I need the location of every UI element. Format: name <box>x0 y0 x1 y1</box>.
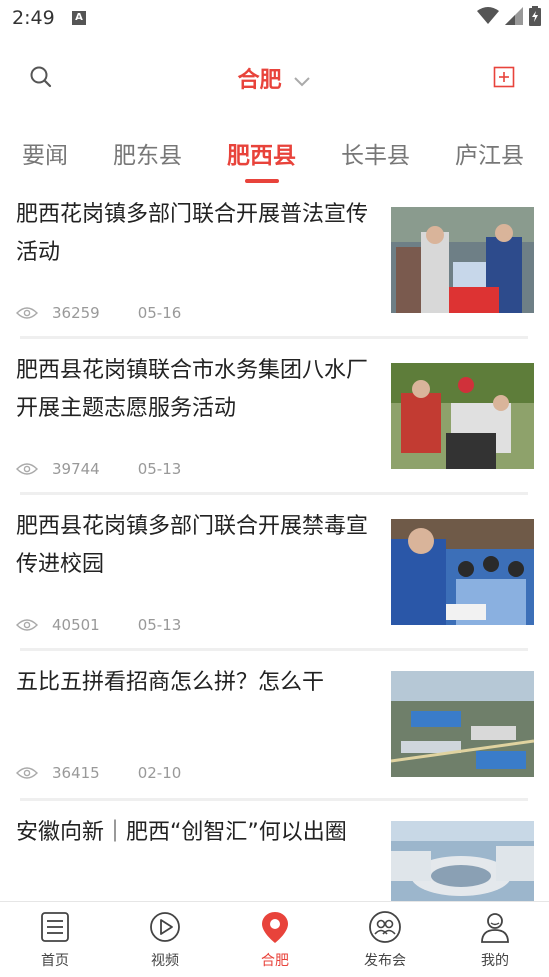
news-meta: 39744 05-13 <box>16 460 181 478</box>
view-count: 36259 <box>52 304 100 322</box>
city-selector[interactable]: 合肥 <box>0 62 549 94</box>
view-count: 40501 <box>52 616 100 634</box>
bottom-navigation: 首页 视频 合肥 发布会 我的 <box>0 901 549 977</box>
publish-date: 02-10 <box>137 764 182 782</box>
publish-date: 05-13 <box>137 460 182 478</box>
eye-icon <box>16 619 38 631</box>
play-icon <box>150 912 180 942</box>
tab-yaowen[interactable]: 要闻 <box>22 136 68 170</box>
nav-mine[interactable]: 我的 <box>440 902 549 977</box>
news-list-icon <box>41 912 69 942</box>
notification-a-icon: A <box>72 11 86 25</box>
tab-feixi[interactable]: 肥西县 <box>227 136 296 183</box>
news-meta: 40501 05-13 <box>16 616 181 634</box>
user-icon <box>481 913 509 943</box>
publish-date: 05-13 <box>137 616 182 634</box>
add-box-icon[interactable] <box>493 66 515 88</box>
chevron-down-icon <box>294 77 311 87</box>
status-time: 2:49 <box>12 7 55 29</box>
tab-changfeng[interactable]: 长丰县 <box>341 136 410 170</box>
top-header: 合肥 <box>0 50 549 106</box>
news-thumbnail <box>391 519 534 625</box>
publish-date: 05-16 <box>137 304 182 322</box>
news-title: 安徽向新｜肥西“创智汇”何以出圈 <box>16 820 347 845</box>
divider <box>20 336 528 339</box>
view-count: 36415 <box>52 764 100 782</box>
nav-hefei[interactable]: 合肥 <box>220 902 330 977</box>
tab-feidong[interactable]: 肥东县 <box>113 136 182 170</box>
system-icons <box>477 6 541 26</box>
signal-icon <box>505 7 523 25</box>
eye-icon <box>16 307 38 319</box>
nav-home-label: 首页 <box>41 953 69 969</box>
divider <box>20 798 528 801</box>
region-tabs: 要闻 肥东县 肥西县 长丰县 庐江县 <box>0 130 549 183</box>
news-thumbnail <box>391 363 534 469</box>
divider <box>20 648 528 651</box>
people-icon <box>369 911 401 943</box>
news-title: 五比五拼看招商怎么拼？怎么干 <box>16 670 325 695</box>
nav-home[interactable]: 首页 <box>0 902 110 977</box>
nav-video-label: 视频 <box>151 953 179 969</box>
city-label: 合肥 <box>237 68 282 93</box>
location-pin-icon <box>262 912 288 943</box>
nav-mine-label: 我的 <box>481 953 509 969</box>
wifi-icon <box>477 7 499 24</box>
divider <box>20 492 528 495</box>
news-title: 肥西县花岗镇多部门联合开展禁毒宣传进校园 <box>16 514 369 577</box>
view-count: 39744 <box>52 460 100 478</box>
nav-video[interactable]: 视频 <box>110 902 220 977</box>
tab-lujiang[interactable]: 庐江县 <box>455 136 524 170</box>
active-tab-underline <box>244 179 279 183</box>
eye-icon <box>16 463 38 475</box>
news-thumbnail <box>391 671 534 777</box>
news-thumbnail <box>391 821 534 901</box>
status-bar: 2:49 A <box>0 0 549 36</box>
news-meta: 36259 05-16 <box>16 304 181 322</box>
nav-hefei-label: 合肥 <box>261 953 289 969</box>
news-thumbnail <box>391 207 534 313</box>
nav-press[interactable]: 发布会 <box>330 902 440 977</box>
nav-press-label: 发布会 <box>364 953 406 969</box>
eye-icon <box>16 767 38 779</box>
news-meta: 36415 02-10 <box>16 764 181 782</box>
news-title: 肥西花岗镇多部门联合开展普法宣传活动 <box>16 202 369 265</box>
tab-feixi-label: 肥西县 <box>227 143 296 169</box>
battery-icon <box>529 6 541 26</box>
news-title: 肥西县花岗镇联合市水务集团八水厂开展主题志愿服务活动 <box>16 358 369 421</box>
